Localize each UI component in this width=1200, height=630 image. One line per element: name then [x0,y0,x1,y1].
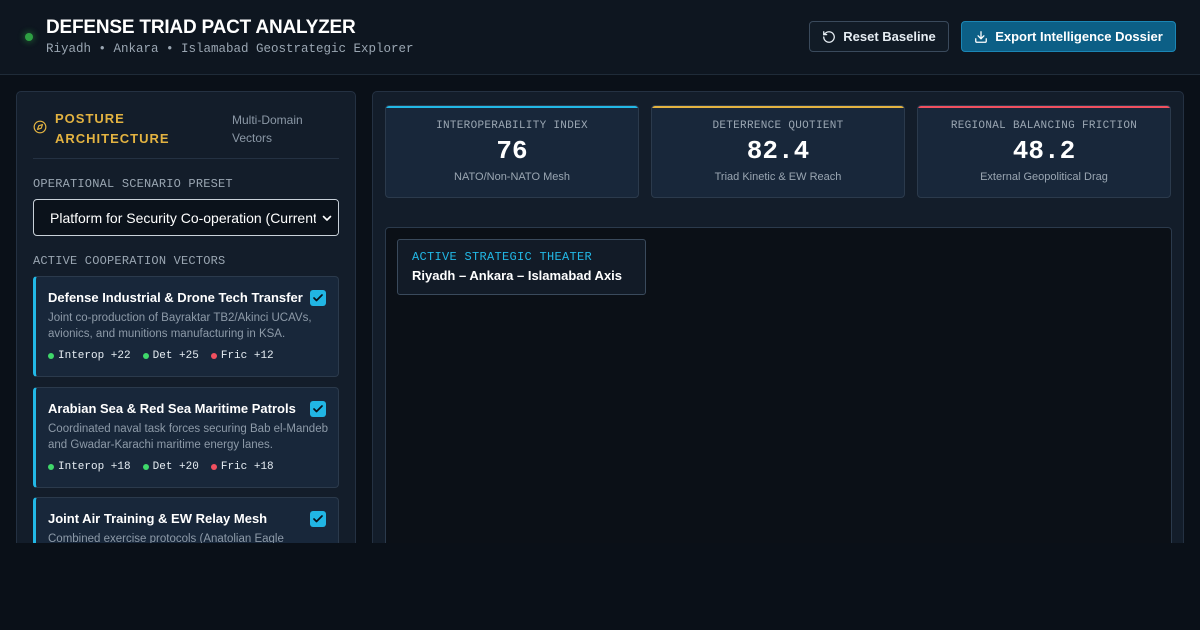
panel-tag: Multi-Domain Vectors [232,113,303,145]
fric-metric: Fric +18 [210,461,274,473]
panel-header: POSTURE ARCHITECTURE Multi-Domain Vector… [33,106,339,159]
fric-metric: Fric +12 [210,350,274,362]
scenario-preset-value: Platform for Security Co-operation (Curr… [50,210,322,226]
kpi-value: 48.2 [1012,136,1076,166]
theater-name: Riyadh – Ankara – Islamabad Axis [412,268,623,283]
strategic-theater-map[interactable]: ACTIVE STRATEGIC THEATER Riyadh – Ankara… [385,227,1172,557]
green-dot-icon [48,353,54,359]
vector-description: Joint co-production of Bayraktar TB2/Aki… [48,312,312,340]
reset-baseline-label: Reset Baseline [843,29,936,44]
kpi-value: 76 [496,136,528,166]
cooperation-vectors-label: ACTIVE COOPERATION VECTORS [33,254,226,268]
vector-card[interactable]: Defense Industrial & Drone Tech Transfer… [33,276,339,377]
check-icon [313,405,323,413]
kpi-label: INTEROPERABILITY INDEX [436,120,588,132]
check-icon [313,515,323,523]
rotate-ccw-icon [823,30,836,43]
vector-checkbox[interactable] [310,290,326,306]
interop-metric: Interop +22 [48,350,131,362]
interoperability-kpi-card: INTEROPERABILITY INDEX 76 NATO/Non-NATO … [385,105,639,198]
fric-metric-value: Fric +18 [220,461,274,473]
scenario-preset-label: OPERATIONAL SCENARIO PRESET [33,177,233,191]
app-subtitle: Riyadh • Ankara • Islamabad Geostrategic… [46,42,414,56]
deterrence-kpi-card: DETERRENCE QUOTIENT 82.4 Triad Kinetic &… [651,105,905,198]
vector-metrics: Interop +18 Det +20 Fric +18 [48,461,274,473]
det-metric: Det +25 [142,350,199,362]
app-header: DEFENSE TRIAD PACT ANALYZER Riyadh • Ank… [0,0,1200,75]
theater-label: ACTIVE STRATEGIC THEATER [412,250,593,264]
vector-checkbox[interactable] [310,511,326,527]
det-metric-value: Det +25 [152,350,199,362]
interop-metric-value: Interop +18 [58,461,131,473]
theater-badge: ACTIVE STRATEGIC THEATER Riyadh – Ankara… [397,239,646,295]
det-metric-value: Det +20 [152,461,199,473]
fric-metric-value: Fric +12 [220,350,274,362]
vector-card[interactable]: Arabian Sea & Red Sea Maritime Patrols C… [33,387,339,488]
friction-kpi-card: REGIONAL BALANCING FRICTION 48.2 Externa… [917,105,1171,198]
vector-description: Coordinated naval task forces securing B… [48,423,328,451]
kpi-value: 82.4 [746,136,810,166]
download-icon [975,30,988,43]
export-dossier-button[interactable]: Export Intelligence Dossier [961,21,1176,52]
chevron-down-icon [316,200,338,235]
check-icon [313,294,323,302]
green-dot-icon [48,464,54,470]
green-dot-icon [142,353,149,359]
interop-metric: Interop +18 [48,461,131,473]
vector-title: Joint Air Training & EW Relay Mesh [48,511,268,526]
red-dot-icon [210,464,217,470]
green-dot-icon [142,464,149,470]
interop-metric-value: Interop +22 [58,350,131,362]
kpi-label: DETERRENCE QUOTIENT [712,120,844,132]
kpi-subtitle: External Geopolitical Drag [980,171,1108,183]
red-dot-icon [210,353,217,359]
kpi-subtitle: NATO/Non-NATO Mesh [454,171,570,183]
posture-architecture-panel: POSTURE ARCHITECTURE Multi-Domain Vector… [16,91,356,561]
compass-icon [33,120,47,134]
analysis-panel: INTEROPERABILITY INDEX 76 NATO/Non-NATO … [372,91,1184,561]
kpi-label: REGIONAL BALANCING FRICTION [950,120,1138,132]
vector-checkbox[interactable] [310,401,326,417]
export-dossier-label: Export Intelligence Dossier [995,29,1163,44]
status-indicator-dot [25,33,33,41]
app-title: DEFENSE TRIAD PACT ANALYZER [46,17,356,38]
page-bottom-area [0,543,1200,630]
panel-title: POSTURE ARCHITECTURE [55,111,170,146]
vector-title: Defense Industrial & Drone Tech Transfer [48,290,303,305]
vector-metrics: Interop +22 Det +25 Fric +12 [48,350,274,362]
scenario-preset-select[interactable]: Platform for Security Co-operation (Curr… [33,199,339,236]
det-metric: Det +20 [142,461,199,473]
vector-title: Arabian Sea & Red Sea Maritime Patrols [48,401,296,416]
kpi-subtitle: Triad Kinetic & EW Reach [714,171,842,183]
reset-baseline-button[interactable]: Reset Baseline [809,21,949,52]
